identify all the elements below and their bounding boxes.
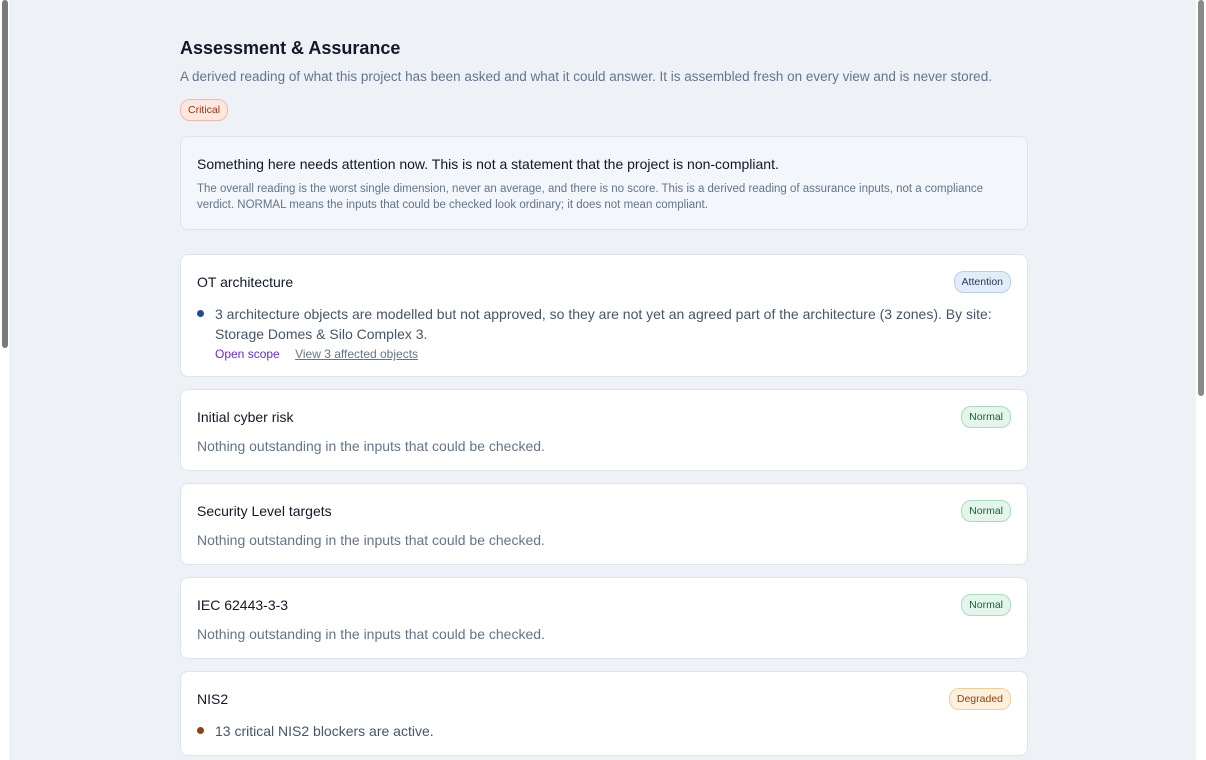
dimension-card-iec-62443-3-3: IEC 62443-3-3 Normal Nothing outstanding… bbox=[180, 577, 1028, 659]
summary-note: The overall reading is the worst single … bbox=[197, 183, 984, 211]
status-badge: Attention bbox=[953, 271, 1011, 293]
finding-text: 3 architecture objects are modelled but … bbox=[215, 306, 992, 342]
finding-item: 3 architecture objects are modelled but … bbox=[197, 304, 1011, 362]
dimension-status-text: Nothing outstanding in the inputs that c… bbox=[197, 438, 545, 454]
status-badge: Degraded bbox=[948, 688, 1011, 710]
finding-item: 13 critical NIS2 blockers are active. bbox=[197, 721, 1011, 741]
summary-card: Something here needs attention now. This… bbox=[180, 136, 1028, 230]
page-title: Assessment & Assurance bbox=[180, 38, 401, 58]
left-scrollbar-thumb[interactable] bbox=[2, 0, 8, 348]
dimension-title: Initial cyber risk bbox=[197, 409, 294, 425]
page-scrollbar-thumb[interactable] bbox=[1198, 0, 1204, 396]
dimension-card-ot-architecture: OT architecture Attention 3 architecture… bbox=[180, 254, 1028, 377]
main-content: Assessment & Assurance A derived reading… bbox=[180, 0, 1028, 756]
dimension-card-initial-cyber-risk: Initial cyber risk Normal Nothing outsta… bbox=[180, 389, 1028, 471]
overall-status-badge: Critical bbox=[180, 99, 229, 121]
overall-status: Critical bbox=[180, 99, 1028, 121]
finding-bullet-icon bbox=[197, 727, 204, 734]
dimension-status-text: Nothing outstanding in the inputs that c… bbox=[197, 532, 545, 548]
open-scope-link[interactable]: Open scope bbox=[215, 347, 280, 361]
left-panel-edge bbox=[0, 0, 11, 760]
page-subtitle: A derived reading of what this project h… bbox=[180, 69, 992, 84]
assessment-page: Assessment & Assurance A derived reading… bbox=[0, 0, 1206, 760]
dimension-card-security-level-targets: Security Level targets Normal Nothing ou… bbox=[180, 483, 1028, 565]
finding-bullet-icon bbox=[197, 310, 204, 317]
dimension-title: OT architecture bbox=[197, 274, 294, 290]
page-scrollbar[interactable] bbox=[1196, 0, 1206, 760]
dimension-title: IEC 62443-3-3 bbox=[197, 597, 289, 613]
dimension-status-text: Nothing outstanding in the inputs that c… bbox=[197, 626, 545, 642]
summary-headline: Something here needs attention now. This… bbox=[197, 156, 779, 172]
dimension-card-nis2: NIS2 Degraded 13 critical NIS2 blockers … bbox=[180, 671, 1028, 756]
dimension-title: Security Level targets bbox=[197, 503, 332, 519]
status-badge: Normal bbox=[961, 406, 1011, 428]
finding-text: 13 critical NIS2 blockers are active. bbox=[215, 723, 434, 739]
view-affected-objects-link[interactable]: View 3 affected objects bbox=[295, 347, 418, 361]
dimension-title: NIS2 bbox=[197, 691, 229, 707]
status-badge: Normal bbox=[961, 500, 1011, 522]
status-badge: Normal bbox=[961, 594, 1011, 616]
